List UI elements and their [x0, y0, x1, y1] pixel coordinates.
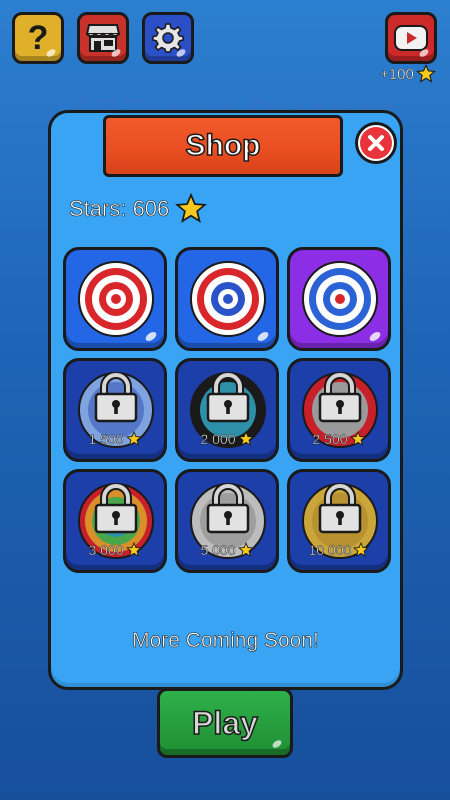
price-value: 10 000	[308, 542, 352, 559]
shop-title: Shop	[185, 128, 262, 163]
play-button[interactable]: Play	[157, 688, 293, 758]
close-button[interactable]	[355, 122, 397, 164]
shop-item-locked[interactable]: 1 500	[63, 358, 167, 462]
star-icon	[349, 431, 366, 446]
close-icon	[360, 127, 392, 159]
price-value: 2 000	[200, 431, 236, 448]
item-price: 2 500	[290, 431, 388, 447]
item-price: 2 000	[178, 431, 276, 447]
price-value: 3 000	[88, 542, 124, 559]
stars-balance: Stars: 606	[69, 193, 208, 225]
shop-title-bar: Shop	[103, 115, 343, 177]
padlock-icon	[318, 373, 362, 423]
padlock-icon	[318, 484, 362, 534]
video-reward-label: +100	[380, 65, 414, 83]
padlock-icon	[94, 373, 138, 423]
button-shine	[271, 738, 283, 750]
price-value: 2 500	[312, 431, 348, 448]
target-icon	[78, 261, 154, 337]
target-icon	[302, 261, 378, 337]
shop-item-locked[interactable]: 3 000	[63, 469, 167, 573]
shop-item-locked[interactable]: 5 000	[175, 469, 279, 573]
star-icon	[125, 542, 142, 557]
shop-item-target-red[interactable]	[63, 247, 167, 351]
shop-item-target-blue[interactable]	[287, 247, 391, 351]
shop-item-locked[interactable]: 2 500	[287, 358, 391, 462]
shop-panel: Shop Stars: 606 1 500 2 000 2 500 3 000 …	[48, 110, 403, 690]
shop-item-locked[interactable]: 10 000	[287, 469, 391, 573]
padlock-icon	[206, 484, 250, 534]
help-button[interactable]: ?	[12, 12, 64, 64]
item-price: 5 000	[178, 542, 276, 558]
star-icon	[237, 542, 254, 557]
shop-item-locked[interactable]: 2 000	[175, 358, 279, 462]
settings-button[interactable]	[142, 12, 194, 64]
play-label: Play	[191, 704, 258, 742]
item-price: 3 000	[66, 542, 164, 558]
star-icon	[175, 193, 208, 223]
target-icon	[190, 261, 266, 337]
shop-item-target-red-blue[interactable]	[175, 247, 279, 351]
padlock-icon	[206, 373, 250, 423]
star-icon	[353, 542, 370, 557]
star-icon	[415, 64, 436, 83]
padlock-icon	[94, 484, 138, 534]
question-icon: ?	[27, 19, 49, 57]
store-button[interactable]	[77, 12, 129, 64]
coming-soon-text: More Coming Soon!	[132, 629, 319, 653]
video-play-icon	[394, 25, 428, 51]
stars-label: Stars: 606	[69, 196, 170, 222]
price-value: 1 500	[88, 431, 124, 448]
star-icon	[237, 431, 254, 446]
video-reward: +100	[380, 64, 436, 84]
item-price: 10 000	[290, 542, 388, 558]
star-icon	[125, 431, 142, 446]
price-value: 5 000	[200, 542, 236, 559]
watch-video-button[interactable]	[385, 12, 437, 64]
item-price: 1 500	[66, 431, 164, 447]
